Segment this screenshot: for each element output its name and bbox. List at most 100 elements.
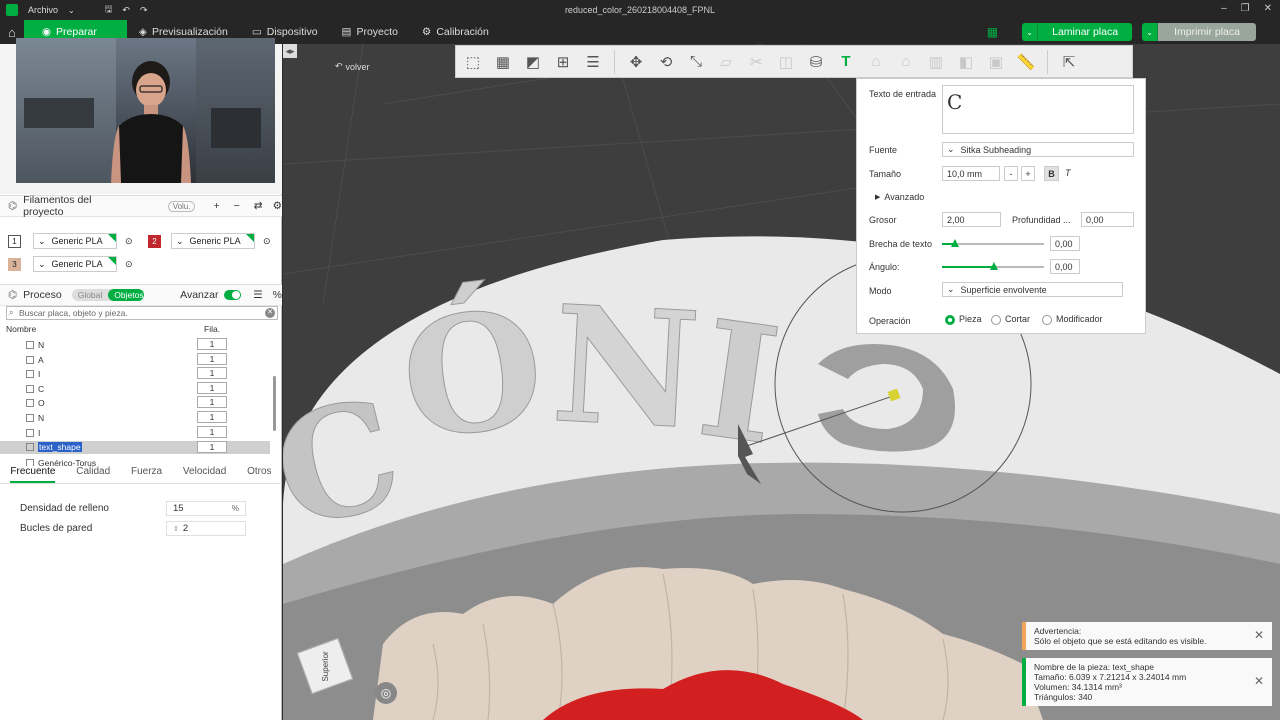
paint-icon[interactable]: ⛁ (803, 49, 829, 75)
size-input[interactable]: 10,0 mm (942, 166, 1000, 181)
seg-objects[interactable]: Objetos (108, 289, 145, 301)
size-decrease-button[interactable]: - (1004, 166, 1018, 181)
undo-icon[interactable]: ↶ (122, 5, 130, 16)
sync-icon[interactable]: ⇄ (254, 200, 263, 212)
print-plate-button[interactable]: ⌄ Imprimir placa (1142, 23, 1256, 41)
rename-input[interactable]: text_shape (38, 442, 82, 452)
add-filament-icon[interactable]: + (213, 200, 219, 212)
cut-icon[interactable]: ✂ (743, 49, 769, 75)
percent-icon[interactable]: % (273, 289, 282, 301)
table-row[interactable]: N1 (0, 411, 270, 426)
filament-select[interactable]: ⌄ Generic PLA (33, 256, 117, 272)
filament-settings-icon[interactable]: ⊙ (125, 259, 133, 270)
table-row[interactable]: Genérico-Torus (0, 456, 270, 466)
wall-loops-stepper[interactable]: ⇕ 2 (166, 521, 246, 536)
table-row[interactable]: C1 (0, 382, 270, 397)
text-input[interactable]: C (942, 85, 1134, 134)
list-icon[interactable]: ☰ (253, 289, 262, 301)
italic-toggle[interactable]: T (1065, 168, 1071, 178)
orient-icon[interactable]: ◩ (520, 49, 546, 75)
settings-icon[interactable]: ⚙ (273, 200, 282, 212)
op-modifier-radio[interactable]: Modificador (1042, 314, 1103, 325)
brim-ears-icon[interactable]: ◧ (953, 49, 979, 75)
close-icon[interactable]: ✕ (1264, 3, 1272, 14)
save-icon[interactable]: 🖫 (105, 2, 113, 18)
process-scope-toggle[interactable]: Global Objetos (71, 289, 145, 301)
advanced-expander[interactable]: ▶ Avanzado (875, 192, 924, 202)
assembly-icon[interactable]: ▣ (983, 49, 1009, 75)
mesh-boolean-icon[interactable]: ◫ (773, 49, 799, 75)
tab-speed[interactable]: Velocidad (183, 466, 226, 483)
thickness-input[interactable]: 2,00 (942, 212, 1001, 227)
tab-project[interactable]: ▤ Proyecto (330, 20, 410, 44)
filament-settings-icon[interactable]: ⊙ (125, 236, 133, 247)
tab-calibration[interactable]: ⚙ Calibración (410, 20, 501, 44)
list-scrollbar[interactable] (273, 376, 276, 431)
slider-handle[interactable] (990, 262, 998, 270)
volumetric-button[interactable]: Volu. (167, 200, 196, 212)
back-button[interactable]: ↶ volver (335, 61, 370, 72)
table-row[interactable]: A1 (0, 353, 270, 368)
filament-item-2[interactable]: 2 ⌄ Generic PLA ⊙ (148, 233, 271, 249)
scale-icon[interactable]: ⤡ (683, 49, 709, 75)
object-search-input[interactable]: ⌕ Buscar placa, objeto y pieza. ✕ (6, 306, 278, 320)
arrange-icon[interactable]: ⊞ (550, 49, 576, 75)
explode-icon[interactable]: ⇱ (1056, 49, 1082, 75)
collapse-sidebar-icon[interactable]: ◂▸ (283, 44, 297, 58)
move-icon[interactable]: ✥ (623, 49, 649, 75)
clear-search-icon[interactable]: ✕ (265, 308, 275, 318)
rotate-icon[interactable]: ⟲ (653, 49, 679, 75)
tab-others[interactable]: Otros (247, 466, 271, 483)
mode-select[interactable]: ⌄ Superficie envolvente (942, 282, 1123, 297)
op-cut-radio[interactable]: Cortar (991, 314, 1030, 325)
chevron-down-icon[interactable]: ⌄ (1142, 23, 1159, 41)
close-icon[interactable]: ✕ (1252, 675, 1266, 689)
support-paint-icon[interactable]: ⌂ (863, 49, 889, 75)
table-row[interactable]: I1 (0, 367, 270, 382)
table-row[interactable]: O1 (0, 396, 270, 411)
infill-density-input[interactable]: 15% (166, 501, 246, 516)
plate-icon[interactable]: ▦ (987, 25, 998, 39)
text-gap-slider[interactable] (942, 239, 1044, 247)
slider-handle[interactable] (951, 239, 959, 247)
seam-paint-icon[interactable]: ⌂ (893, 49, 919, 75)
angle-slider[interactable] (942, 262, 1044, 270)
grid-icon[interactable]: ▦ (490, 49, 516, 75)
redo-icon[interactable]: ↷ (140, 5, 148, 16)
op-part-radio[interactable]: Pieza (945, 314, 982, 325)
fuzzy-skin-icon[interactable]: ▥ (923, 49, 949, 75)
seg-global[interactable]: Global (72, 289, 109, 301)
chevron-down-icon[interactable]: ⌄ (68, 6, 75, 15)
camera-icon[interactable]: ◎ (375, 682, 397, 704)
remove-filament-icon[interactable]: − (234, 200, 240, 212)
depth-input[interactable]: 0,00 (1081, 212, 1134, 227)
filament-select[interactable]: ⌄ Generic PLA (171, 233, 255, 249)
tab-strength[interactable]: Fuerza (131, 466, 162, 483)
restore-icon[interactable]: ❐ (1241, 3, 1250, 14)
table-row[interactable]: I1 (0, 426, 270, 441)
tab-quality[interactable]: Calidad (76, 466, 110, 483)
table-row-selected[interactable]: text_shape 1 (0, 441, 270, 454)
filament-item-1[interactable]: 1 ⌄ Generic PLA ⊙ (8, 233, 133, 249)
filament-item-3[interactable]: 3 ⌄ Generic PLA ⊙ (8, 256, 133, 272)
close-icon[interactable]: ✕ (1252, 629, 1266, 643)
tab-frequent[interactable]: Frecuente (10, 466, 56, 483)
stepper-icon[interactable]: ⇕ (173, 526, 179, 533)
lay-flat-icon[interactable]: ▱ (713, 49, 739, 75)
font-select[interactable]: ⌄ Sitka Subheading (942, 142, 1134, 157)
file-menu[interactable]: Archivo (28, 5, 58, 15)
angle-input[interactable]: 0,00 (1050, 259, 1080, 274)
bold-toggle[interactable]: B (1044, 166, 1059, 181)
text-gap-input[interactable]: 0,00 (1050, 236, 1080, 251)
chevron-down-icon[interactable]: ⌄ (1022, 23, 1039, 41)
slice-plate-button[interactable]: ⌄ Laminar placa (1022, 23, 1133, 41)
filament-settings-icon[interactable]: ⊙ (263, 236, 271, 247)
minimize-icon[interactable]: – (1221, 3, 1227, 14)
layers-icon[interactable]: ☰ (580, 49, 606, 75)
add-object-icon[interactable]: ⬚ (460, 49, 486, 75)
measure-icon[interactable]: 📏 (1013, 49, 1039, 75)
size-increase-button[interactable]: + (1021, 166, 1035, 181)
advanced-toggle[interactable] (224, 290, 242, 300)
table-row[interactable]: N1 (0, 338, 270, 353)
text-tool-icon[interactable]: T (833, 49, 859, 75)
